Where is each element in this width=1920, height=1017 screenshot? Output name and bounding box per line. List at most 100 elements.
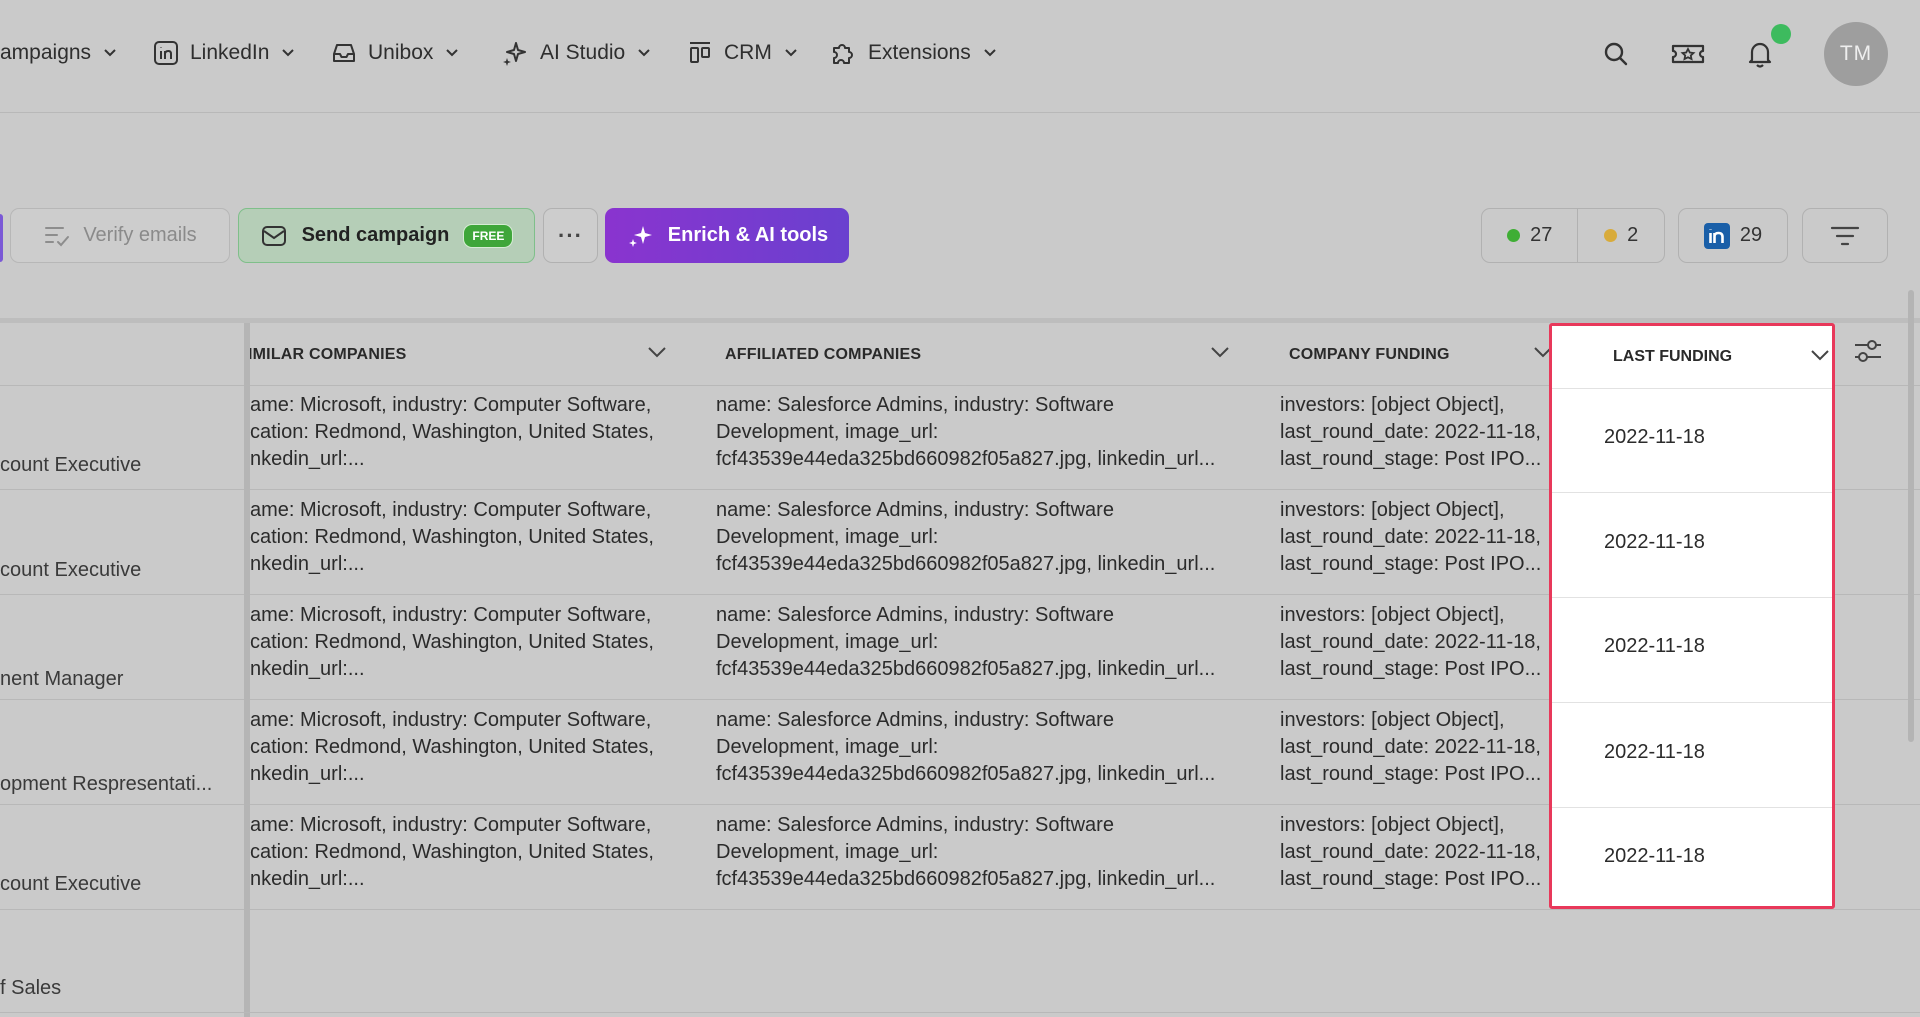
risky-count[interactable]: 2 [1578,209,1664,262]
linkedin-icon [154,41,178,65]
sparkle-icon [503,42,526,66]
nav-linkedin[interactable]: LinkedIn [152,38,295,68]
linkedin-count[interactable]: 29 [1678,208,1788,263]
cell-line: ame: Microsoft, industry: Computer Softw… [250,709,652,731]
job-title-cell[interactable]: nent Manager [0,668,222,691]
cell-line: ame: Microsoft, industry: Computer Softw… [250,499,652,521]
cell-line: last_round_stage: Post IPO... [1280,448,1542,470]
nav-ai-studio[interactable]: AI Studio [500,38,651,68]
verified-count[interactable]: 27 [1482,209,1579,262]
cell-line: Development, image_url: [716,736,939,758]
crm-icon [690,42,710,63]
nav-unibox-label: Unibox [368,41,434,64]
nav-unibox[interactable]: Unibox [330,38,459,68]
mail-icon [261,225,286,246]
top-nav: ampaigns LinkedIn Unibox AI Studio CRM E… [0,0,1920,113]
notification-dot [1771,24,1791,44]
cell-line: last_round_stage: Post IPO... [1280,553,1542,575]
verify-emails-button[interactable]: Verify emails [10,208,230,263]
cell-line: cation: Redmond, Washington, United Stat… [250,421,654,443]
sliders-icon [1855,340,1881,362]
more-options-button[interactable]: ··· [543,208,598,263]
vertical-scrollbar[interactable] [1908,290,1914,742]
green-dot-icon [1507,229,1521,242]
cell-line: last_round_date: 2022-11-18, [1280,421,1541,443]
last-funding-column-highlight: LAST FUNDING 2022-11-18 2022-11-18 2022-… [1549,323,1835,909]
cell-line: investors: [object Object], [1280,709,1505,731]
last-funding-cell[interactable]: 2022-11-18 [1604,531,1705,554]
company-funding-cell: investors: [object Object], last_round_d… [1280,707,1550,788]
nav-ai-studio-label: AI Studio [540,41,626,64]
list-check-icon [45,226,70,246]
enrich-ai-tools-label: Enrich & AI tools [667,224,829,246]
column-header-affiliated-companies[interactable]: AFFILIATED COMPANIES [725,323,1230,386]
search-button[interactable] [1598,36,1634,72]
cell-line: Development, image_url: [716,421,939,443]
cell-line: fcf43539e44eda325bd660982f05a827.jpg, li… [716,448,1216,470]
nav-campaigns[interactable]: ampaigns [0,38,117,68]
avatar[interactable]: TM [1824,22,1888,86]
enrich-ai-tools-button[interactable]: Enrich & AI tools [605,208,849,263]
column-header-company-funding[interactable]: COMPANY FUNDING [1289,323,1552,386]
cell-line: last_round_stage: Post IPO... [1280,763,1542,785]
affiliated-companies-cell: name: Salesforce Admins, industry: Softw… [716,497,1241,578]
job-title-cell[interactable]: count Executive [0,559,222,582]
yellow-dot-icon [1604,229,1618,242]
similar-companies-cell: ame: Microsoft, industry: Computer Softw… [250,602,675,683]
cell-line: name: Salesforce Admins, industry: Softw… [716,499,1114,521]
verify-emails-label: Verify emails [83,224,197,246]
ticket-button[interactable] [1668,36,1708,72]
cell-line: name: Salesforce Admins, industry: Softw… [716,394,1114,416]
similar-companies-cell: ame: Microsoft, industry: Computer Softw… [250,392,675,473]
cell-line: last_round_stage: Post IPO... [1280,658,1542,680]
cell-line: last_round_stage: Post IPO... [1280,868,1542,890]
chevron-down-icon [648,347,666,358]
job-title-cell[interactable]: count Executive [0,454,222,477]
last-funding-cell[interactable]: 2022-11-18 [1604,426,1705,449]
cell-line: nkedin_url:... [250,448,365,470]
cell-line: Development, image_url: [716,631,939,653]
nav-crm[interactable]: CRM [686,38,798,68]
last-funding-cell[interactable]: 2022-11-18 [1604,845,1705,868]
affiliated-companies-cell: name: Salesforce Admins, industry: Softw… [716,707,1241,788]
company-funding-cell: investors: [object Object], last_round_d… [1280,392,1550,473]
verified-count-value: 27 [1530,224,1553,246]
notifications-button[interactable] [1742,36,1778,72]
risky-count-value: 2 [1627,224,1639,246]
send-campaign-button[interactable]: Send campaign FREE [238,208,535,263]
chevron-down-icon [984,49,996,57]
email-status-counts: 27 2 [1481,208,1665,263]
cell-line: investors: [object Object], [1280,814,1505,836]
cell-line: fcf43539e44eda325bd660982f05a827.jpg, li… [716,658,1216,680]
similar-companies-cell: ame: Microsoft, industry: Computer Softw… [250,707,675,788]
nav-linkedin-label: LinkedIn [190,41,270,64]
nav-extensions-label: Extensions [868,41,971,64]
column-header-last-funding[interactable]: LAST FUNDING [1552,326,1832,388]
filter-button[interactable] [1802,208,1888,263]
cell-line: fcf43539e44eda325bd660982f05a827.jpg, li… [716,553,1216,575]
more-icon: ··· [558,222,583,248]
search-icon [1604,42,1628,66]
filter-icon [1830,226,1860,245]
linkedin-count-value: 29 [1739,224,1763,246]
divider [1552,597,1832,598]
last-funding-cell[interactable]: 2022-11-18 [1604,741,1705,764]
divider [1552,388,1832,389]
ticket-icon [1671,44,1705,64]
send-campaign-label: Send campaign [301,224,450,246]
column-settings-button[interactable] [1852,335,1884,367]
column-header-label: LAST FUNDING [1613,348,1733,365]
cell-line: nkedin_url:... [250,658,365,680]
divider [1552,702,1832,703]
cell-line: last_round_date: 2022-11-18, [1280,841,1541,863]
nav-extensions[interactable]: Extensions [828,38,997,68]
cell-line: nkedin_url:... [250,553,365,575]
cell-line: name: Salesforce Admins, industry: Softw… [716,709,1114,731]
last-funding-cell[interactable]: 2022-11-18 [1604,635,1705,658]
job-title-cell[interactable]: count Executive [0,873,222,896]
job-title-cell[interactable]: f Sales [0,977,222,1000]
job-title-cell[interactable]: opment Respresentati... [0,773,222,796]
cell-line: nkedin_url:... [250,763,365,785]
previous-button-edge[interactable] [0,214,3,262]
column-header-similar-companies[interactable]: IMILAR COMPANIES [248,323,670,386]
